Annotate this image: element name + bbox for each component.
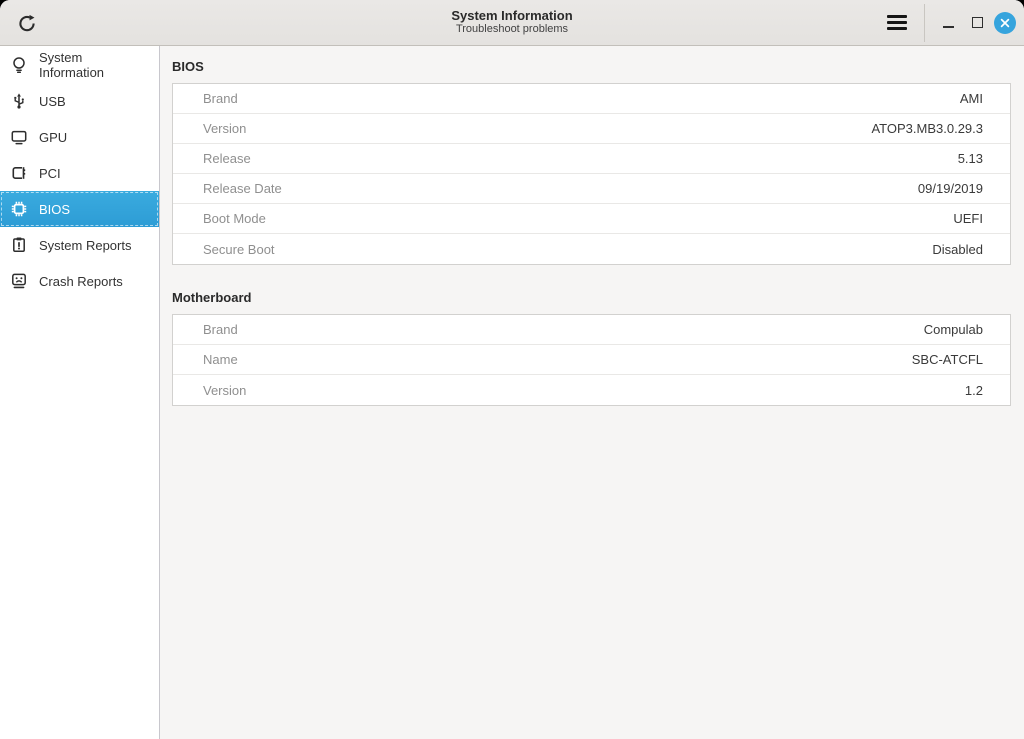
table-row: Secure Boot Disabled xyxy=(173,234,1010,264)
maximize-icon xyxy=(972,17,983,28)
motherboard-table: Brand Compulab Name SBC-ATCFL Version 1.… xyxy=(172,314,1011,406)
row-label: Brand xyxy=(203,91,238,106)
chip-icon xyxy=(10,200,28,218)
table-row: Name SBC-ATCFL xyxy=(173,345,1010,375)
main-panel: BIOS Brand AMI Version ATOP3.MB3.0.29.3 … xyxy=(160,46,1024,739)
row-label: Version xyxy=(203,121,246,136)
app-window: System Information Troubleshoot problems xyxy=(0,0,1024,739)
hamburger-icon xyxy=(887,15,907,18)
table-row: Boot Mode UEFI xyxy=(173,204,1010,234)
row-label: Version xyxy=(203,383,246,398)
sidebar-item-usb[interactable]: USB xyxy=(0,83,159,119)
sidebar-item-bios[interactable]: BIOS xyxy=(0,191,159,227)
sidebar: System Information USB xyxy=(0,46,160,739)
window-subtitle: Troubleshoot problems xyxy=(451,24,572,37)
row-value: 1.2 xyxy=(965,383,983,398)
row-label: Name xyxy=(203,352,238,367)
row-label: Secure Boot xyxy=(203,242,275,257)
row-value: Disabled xyxy=(932,242,983,257)
close-icon xyxy=(999,17,1011,29)
pci-card-icon xyxy=(10,164,28,182)
table-row: Version ATOP3.MB3.0.29.3 xyxy=(173,114,1010,144)
title-block: System Information Troubleshoot problems xyxy=(451,9,572,37)
sidebar-item-label: System Reports xyxy=(39,238,131,253)
section-title-bios: BIOS xyxy=(172,59,1011,74)
display-icon xyxy=(10,128,28,146)
minimize-icon xyxy=(943,26,954,28)
sidebar-item-label: PCI xyxy=(39,166,61,181)
sidebar-item-gpu[interactable]: GPU xyxy=(0,119,159,155)
sad-face-icon xyxy=(10,272,28,290)
header-bar: System Information Troubleshoot problems xyxy=(0,0,1024,46)
sidebar-item-label: System Information xyxy=(39,50,149,80)
header-controls xyxy=(882,0,1024,45)
lightbulb-icon xyxy=(10,56,28,74)
row-label: Release Date xyxy=(203,181,282,196)
sidebar-item-label: BIOS xyxy=(39,202,70,217)
section-title-motherboard: Motherboard xyxy=(172,290,1011,305)
usb-icon xyxy=(10,92,28,110)
row-label: Release xyxy=(203,151,251,166)
refresh-button[interactable] xyxy=(12,8,42,38)
row-value: ATOP3.MB3.0.29.3 xyxy=(871,121,983,136)
table-row: Release Date 09/19/2019 xyxy=(173,174,1010,204)
table-row: Brand AMI xyxy=(173,84,1010,114)
row-value: Compulab xyxy=(924,322,983,337)
minimize-button[interactable] xyxy=(934,8,963,37)
content-area: System Information USB xyxy=(0,46,1024,739)
window-title: System Information xyxy=(451,9,572,24)
maximize-button[interactable] xyxy=(963,8,992,37)
sidebar-item-label: USB xyxy=(39,94,66,109)
refresh-icon xyxy=(16,12,38,34)
header-separator xyxy=(924,4,925,42)
sidebar-item-crash-reports[interactable]: Crash Reports xyxy=(0,263,159,299)
row-value: UEFI xyxy=(953,211,983,226)
menu-button[interactable] xyxy=(882,8,912,38)
row-label: Boot Mode xyxy=(203,211,266,226)
table-row: Release 5.13 xyxy=(173,144,1010,174)
sidebar-item-system-reports[interactable]: System Reports xyxy=(0,227,159,263)
bios-table: Brand AMI Version ATOP3.MB3.0.29.3 Relea… xyxy=(172,83,1011,265)
row-value: 5.13 xyxy=(958,151,983,166)
sidebar-item-system-information[interactable]: System Information xyxy=(0,47,159,83)
sidebar-item-label: GPU xyxy=(39,130,67,145)
sidebar-item-pci[interactable]: PCI xyxy=(0,155,159,191)
clipboard-alert-icon xyxy=(10,236,28,254)
row-value: SBC-ATCFL xyxy=(912,352,983,367)
close-button[interactable] xyxy=(994,12,1016,34)
row-label: Brand xyxy=(203,322,238,337)
row-value: AMI xyxy=(960,91,983,106)
row-value: 09/19/2019 xyxy=(918,181,983,196)
table-row: Brand Compulab xyxy=(173,315,1010,345)
sidebar-item-label: Crash Reports xyxy=(39,274,123,289)
table-row: Version 1.2 xyxy=(173,375,1010,405)
